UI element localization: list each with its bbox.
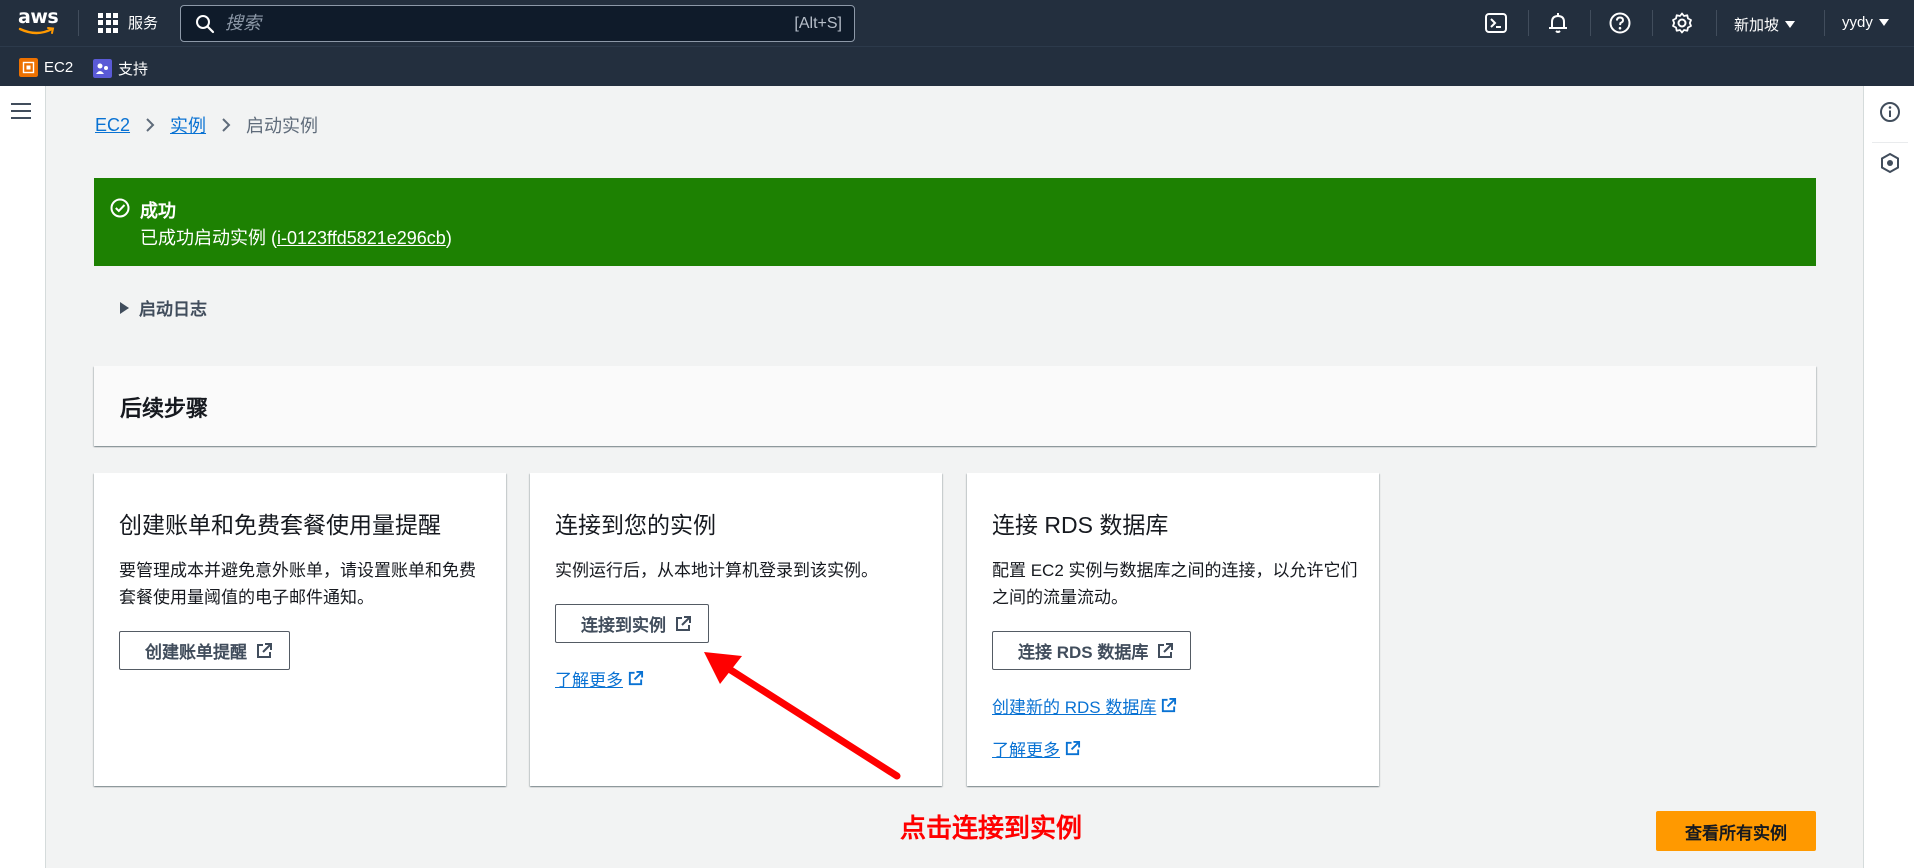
launch-log-label: 启动日志	[139, 300, 207, 319]
instance-id-link[interactable]: i-0123ffd5821e296cb	[277, 228, 446, 248]
search-input[interactable]	[225, 13, 745, 34]
support-service-icon	[93, 59, 112, 78]
caret-right-icon	[120, 301, 129, 314]
grid-icon	[98, 12, 118, 33]
account-name: yydy	[1842, 14, 1873, 31]
favorite-ec2[interactable]: EC2	[19, 58, 73, 77]
cloudshell-icon[interactable]	[1484, 11, 1508, 35]
hamburger-menu-icon[interactable]	[11, 103, 31, 119]
right-rail	[1863, 86, 1914, 868]
next-steps-header: 后续步骤	[94, 366, 1816, 446]
external-link-icon	[676, 615, 691, 631]
services-menu-button[interactable]: 服务	[98, 12, 158, 33]
notifications-bell-icon[interactable]	[1546, 11, 1570, 35]
favorite-label: 支持	[118, 61, 149, 78]
services-label: 服务	[128, 15, 159, 32]
breadcrumb-ec2[interactable]: EC2	[95, 115, 130, 136]
search-shortcut: [Alt+S]	[794, 15, 842, 32]
breadcrumb: EC2 实例 启动实例	[95, 112, 318, 138]
external-link-icon	[1158, 642, 1174, 658]
top-nav: aws 服务 [Alt+S]	[0, 0, 1914, 46]
success-flash: 成功 已成功启动实例 (i-0123ffd5821e296cb)	[94, 178, 1816, 266]
external-link-icon	[1162, 697, 1177, 713]
favorite-label: EC2	[44, 59, 74, 76]
account-menu[interactable]: yydy	[1842, 14, 1889, 31]
caret-down-icon	[1878, 19, 1889, 26]
caret-down-icon	[1785, 21, 1796, 28]
info-icon[interactable]	[1879, 101, 1901, 123]
check-circle-icon	[110, 198, 130, 218]
create-billing-alert-button[interactable]: 创建账单提醒	[119, 631, 290, 670]
connect-to-instance-button[interactable]: 连接到实例	[555, 604, 709, 643]
search-icon	[196, 14, 215, 33]
aws-logo[interactable]: aws	[18, 6, 59, 38]
nav-divider	[78, 10, 79, 36]
region-label: 新加坡	[1734, 17, 1780, 34]
breadcrumb-instances[interactable]: 实例	[170, 112, 206, 138]
flash-title: 成功	[140, 201, 176, 221]
billing-alert-card: 创建账单和免费套餐使用量提醒 要管理成本并避免意外账单，请设置账单和免费套餐使用…	[94, 473, 506, 786]
card-title: 连接到您的实例	[555, 512, 716, 538]
region-selector[interactable]: 新加坡	[1734, 14, 1796, 35]
card-description: 要管理成本并避免意外账单，请设置账单和免费套餐使用量阈值的电子邮件通知。	[119, 561, 476, 607]
annotation-text: 点击连接到实例	[900, 814, 1083, 844]
learn-more-link[interactable]: 了解更多	[992, 736, 1081, 761]
chevron-right-icon	[222, 118, 231, 132]
left-rail	[0, 86, 46, 868]
breadcrumb-current: 启动实例	[246, 116, 319, 136]
external-link-icon	[257, 642, 272, 658]
help-icon[interactable]	[1608, 11, 1632, 35]
learn-more-link[interactable]: 了解更多	[555, 666, 644, 691]
chevron-right-icon	[146, 118, 155, 132]
external-link-icon	[1065, 740, 1081, 756]
search-bar[interactable]: [Alt+S]	[180, 5, 855, 42]
view-all-instances-button[interactable]: 查看所有实例	[1656, 811, 1816, 851]
card-description: 配置 EC2 实例与数据库之间的连接，以允许它们之间的流量流动。	[992, 561, 1358, 607]
launch-log-expander[interactable]: 启动日志	[120, 295, 207, 320]
card-title: 创建账单和免费套餐使用量提醒	[119, 512, 441, 538]
connect-rds-button[interactable]: 连接 RDS 数据库	[992, 631, 1192, 670]
flash-message: 已成功启动实例 (i-0123ffd5821e296cb)	[140, 228, 452, 248]
favorites-bar: EC2 支持	[0, 46, 1914, 86]
ec2-service-icon	[19, 58, 38, 77]
annotation-arrow-icon	[704, 652, 901, 780]
create-rds-link[interactable]: 创建新的 RDS 数据库	[992, 693, 1177, 718]
next-steps-title: 后续步骤	[120, 396, 209, 421]
connect-rds-card: 连接 RDS 数据库 配置 EC2 实例与数据库之间的连接，以允许它们之间的流量…	[967, 473, 1379, 786]
aws-logo-text: aws	[18, 6, 59, 28]
card-title: 连接 RDS 数据库	[992, 512, 1169, 538]
external-link-icon	[628, 670, 644, 686]
assistant-icon[interactable]	[1879, 152, 1901, 174]
card-description: 实例运行后，从本地计算机登录到该实例。	[555, 561, 878, 580]
favorite-support[interactable]: 支持	[93, 58, 148, 79]
settings-gear-icon[interactable]	[1670, 11, 1694, 35]
